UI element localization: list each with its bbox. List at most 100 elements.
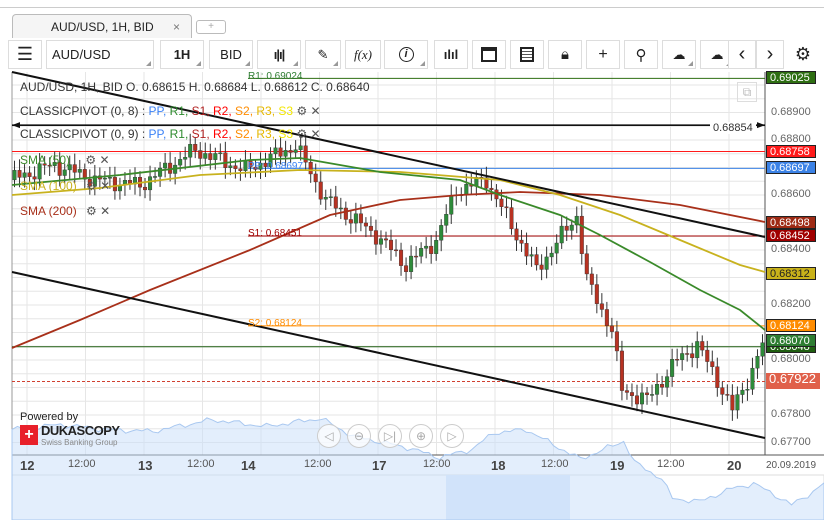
pivot-item-r3: R3, xyxy=(256,104,279,118)
close-icon[interactable]: ✕ xyxy=(99,153,109,167)
pivot-item-r1: R1, xyxy=(169,104,192,118)
candle xyxy=(624,390,629,393)
price-badge: 0.68452 xyxy=(766,228,816,242)
sma-name: SMA (100) xyxy=(20,179,77,193)
candle xyxy=(675,359,680,361)
popout-icon[interactable]: ⧉ xyxy=(737,82,757,102)
pivot-item-pp: PP, xyxy=(148,104,170,118)
price-tick: 0.68000 xyxy=(771,353,811,365)
candle xyxy=(278,147,283,157)
candle xyxy=(62,169,67,176)
candle xyxy=(343,207,348,220)
candle xyxy=(464,184,469,195)
candle xyxy=(12,170,17,181)
close-icon[interactable]: ✕ xyxy=(311,127,321,141)
candle xyxy=(389,239,394,251)
time-tick: 12:00 xyxy=(541,458,569,470)
candle xyxy=(233,165,238,169)
sma100-line xyxy=(11,169,766,273)
pivot-item-s3: S3 xyxy=(278,104,294,118)
s1-label: S1: 0.68451 xyxy=(248,228,302,239)
pivot-items: PP, R1, S1, R2, S2, R3, S3 xyxy=(149,127,294,141)
hline-label: 0.68854 xyxy=(710,122,756,134)
candle xyxy=(17,170,22,178)
pp-label: PP: 0.68697 xyxy=(248,161,304,172)
powered-by: Powered by xyxy=(20,411,79,423)
close-icon[interactable]: ✕ xyxy=(311,104,321,118)
candle xyxy=(584,253,589,275)
time-tick: 18 xyxy=(491,458,506,473)
candle xyxy=(609,325,614,332)
time-tick: 12:00 xyxy=(187,458,215,470)
candle xyxy=(735,394,740,411)
candle xyxy=(650,394,655,396)
candle xyxy=(404,265,409,272)
time-tick: 20.09.2019 xyxy=(766,460,817,471)
candle xyxy=(750,367,755,390)
candle xyxy=(394,249,399,252)
candle xyxy=(429,245,434,254)
candle xyxy=(373,230,378,245)
gear-icon[interactable]: ⚙ xyxy=(296,104,307,118)
candle xyxy=(293,149,298,153)
candle xyxy=(333,196,338,209)
candle xyxy=(363,222,368,227)
candle xyxy=(760,342,765,357)
candle xyxy=(338,207,343,210)
pivot-item-r1: R1, xyxy=(169,127,192,141)
candle xyxy=(163,162,168,169)
gear-icon[interactable]: ⚙ xyxy=(85,153,96,167)
candle xyxy=(745,389,750,391)
brand-sub: Swiss Banking Group xyxy=(41,438,118,447)
candle xyxy=(348,219,353,224)
candle xyxy=(22,172,27,178)
candle xyxy=(193,144,198,151)
pivot-item-s3: S3 xyxy=(278,127,294,141)
close-icon[interactable]: ✕ xyxy=(100,179,110,193)
candle xyxy=(634,395,639,405)
pivot-item-r2: R2, xyxy=(213,127,236,141)
candle xyxy=(409,255,414,272)
scroll-left-button[interactable]: ◁ xyxy=(317,424,341,448)
gear-icon[interactable]: ⚙ xyxy=(86,179,97,193)
candle xyxy=(730,394,735,411)
candle xyxy=(243,160,248,171)
price-badge: 0.67922 xyxy=(766,372,820,390)
time-tick: 14 xyxy=(241,458,256,473)
price-tick: 0.67800 xyxy=(771,408,811,420)
time-tick: 12:00 xyxy=(68,458,96,470)
s2-label: S2: 0.68124 xyxy=(248,318,302,329)
candle xyxy=(368,225,373,231)
candle xyxy=(439,225,444,241)
time-tick: 12:00 xyxy=(304,458,332,470)
candle xyxy=(579,215,584,254)
candle xyxy=(153,176,158,178)
scroll-right-button[interactable]: ▷ xyxy=(440,424,464,448)
close-icon[interactable]: ✕ xyxy=(100,204,110,218)
candle xyxy=(188,144,193,158)
candle xyxy=(358,213,363,224)
candle xyxy=(378,238,383,245)
candle xyxy=(449,195,454,215)
swiss-cross-icon: + xyxy=(20,425,38,445)
candle xyxy=(604,309,609,327)
price-tick: 0.68400 xyxy=(771,243,811,255)
candle xyxy=(183,157,188,160)
zoom-in-button[interactable]: ⊕ xyxy=(409,424,433,448)
scroll-end-button[interactable]: ▷| xyxy=(378,424,402,448)
candle xyxy=(614,331,619,352)
sma50-legend: SMA (50) ⚙ ✕ xyxy=(20,153,110,167)
gear-icon[interactable]: ⚙ xyxy=(296,127,307,141)
candle xyxy=(313,173,318,183)
pivot-name: CLASSICPIVOT (0, 8) xyxy=(20,104,139,118)
zoom-out-button[interactable]: ⊖ xyxy=(347,424,371,448)
sma200-legend: SMA (200) ⚙ ✕ xyxy=(20,204,110,218)
candle xyxy=(228,165,233,168)
pivot-name: CLASSICPIVOT (0, 9) xyxy=(20,127,139,141)
gear-icon[interactable]: ⚙ xyxy=(86,204,97,218)
price-badge: 0.68124 xyxy=(766,318,816,332)
time-tick: 12 xyxy=(20,458,35,473)
candle xyxy=(308,161,313,175)
candle xyxy=(685,353,690,355)
candle xyxy=(725,394,730,396)
